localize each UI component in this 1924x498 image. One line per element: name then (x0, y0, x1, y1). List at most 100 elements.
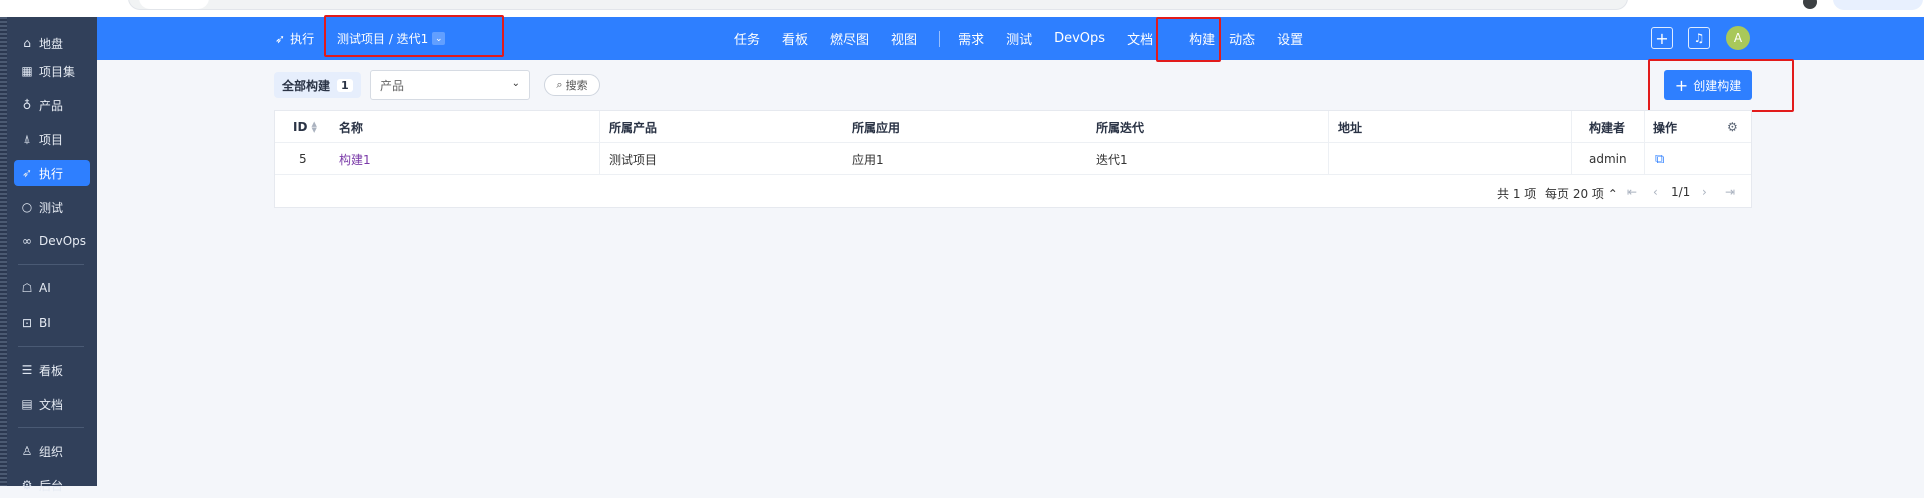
sort-icon[interactable]: ▲ ▼ (311, 121, 316, 134)
column-header-product: 所属产品 (609, 120, 658, 135)
cell-id: 5 (299, 152, 307, 166)
sidebar-item-product[interactable]: ♁ 产品 (14, 92, 90, 118)
browser-action-button[interactable] (1833, 0, 1923, 10)
nav-view[interactable]: 视图 (891, 29, 917, 48)
column-header-builder: 构建者 (1589, 120, 1626, 135)
nav-test[interactable]: 测试 (1006, 29, 1032, 48)
grid-icon: ▦ (21, 64, 33, 78)
sidebar-item-execution[interactable]: ➶ 执行 (14, 160, 90, 186)
nav-devops[interactable]: DevOps (1054, 31, 1105, 46)
column-header-actions: 操作 (1653, 120, 1678, 135)
column-divider (1644, 111, 1645, 175)
breadcrumb-section[interactable]: ➶ 执行 (275, 17, 314, 60)
sidebar-item-label: 看板 (39, 363, 64, 378)
chevron-down-icon: ⌄ (511, 78, 520, 89)
nav-task[interactable]: 任务 (734, 29, 760, 48)
column-header-id[interactable]: ID ▲ ▼ (293, 111, 317, 143)
sidebar-item-label: AI (39, 281, 51, 295)
kanban-icon: ☰ (21, 363, 33, 377)
sidebar-item-dashboard[interactable]: ⌂ 地盘 (14, 30, 90, 56)
gear-icon[interactable]: ⚙ (1727, 111, 1738, 143)
pagination: 共 1 项 每页 20 项 ⌃ ⇤ ‹ 1/1 › ⇥ (275, 175, 1751, 208)
nav-build[interactable]: 构建 (1189, 29, 1215, 48)
cell-name-link[interactable]: 构建1 (339, 143, 371, 175)
address-bar[interactable] (128, 0, 1628, 10)
pager-current: 1/1 (1671, 185, 1691, 199)
sidebar-divider (18, 346, 84, 347)
sidebar-item-label: 组织 (39, 444, 64, 459)
nav-dynamic[interactable]: 动态 (1229, 29, 1255, 48)
column-header-name: 名称 (339, 120, 364, 135)
product-filter-placeholder: 产品 (380, 78, 405, 93)
next-page-icon[interactable]: › (1702, 185, 1707, 199)
sidebar-item-project[interactable]: ⍋ 项目 (14, 126, 90, 152)
presentation-icon: ⊡ (21, 316, 33, 330)
search-button[interactable]: ⌕ 搜索 (544, 74, 600, 96)
first-page-icon[interactable]: ⇤ (1627, 185, 1637, 199)
sidebar-item-label: 执行 (39, 166, 64, 181)
sidebar-item-label: DevOps (39, 234, 87, 248)
sidebar-edge (0, 17, 7, 486)
people-icon: ♙ (21, 444, 33, 458)
gear-icon: ⚙ (21, 478, 33, 492)
nav-burndown[interactable]: 燃尽图 (830, 29, 869, 48)
sidebar-item-test[interactable]: ○ 测试 (14, 194, 90, 220)
cell-product: 测试项目 (609, 152, 658, 167)
column-divider (599, 111, 600, 175)
infinity-icon: ∞ (22, 234, 32, 248)
column-divider (1571, 111, 1572, 175)
sidebar-item-ai[interactable]: ☖ AI (14, 275, 90, 301)
page-size-select[interactable]: 每页 20 项 ⌃ (1545, 185, 1618, 202)
top-nav-bar: ➶ 执行 测试项目 / 迭代1 ⌄ 任务 看板 燃尽图 视图 需求 测试 DevO… (97, 17, 1924, 60)
avatar[interactable]: A (1726, 26, 1750, 50)
cell-app: 应用1 (852, 152, 884, 167)
sidebar-item-kanban[interactable]: ☰ 看板 (14, 357, 90, 383)
sidebar: ⌂ 地盘 ▦ 项目集 ♁ 产品 ⍋ 项目 ➶ 执行 ○ 测试 ∞ DevOps ☖ AI ⊡ BI… (0, 17, 97, 493)
sidebar-item-programs[interactable]: ▦ 项目集 (14, 58, 90, 84)
bell-icon[interactable]: ♫ (1688, 27, 1710, 49)
column-divider (1328, 111, 1329, 175)
sidebar-item-label: 地盘 (39, 36, 64, 51)
create-build-label: 创建构建 (1693, 78, 1742, 93)
nav-kanban[interactable]: 看板 (782, 29, 808, 48)
sidebar-item-bi[interactable]: ⊡ BI (14, 310, 90, 336)
last-page-icon[interactable]: ⇥ (1725, 185, 1735, 199)
nav-doc[interactable]: 文档 (1127, 29, 1153, 48)
plus-icon[interactable]: + (1651, 27, 1673, 49)
search-button-label: 搜索 (565, 79, 588, 92)
cell-builder: admin (1589, 152, 1627, 166)
list-toolbar: 全部构建 1 产品 ⌄ ⌕ 搜索 (274, 70, 600, 100)
tab-all-builds[interactable]: 全部构建 1 (274, 72, 361, 98)
robot-icon: ☖ (21, 281, 33, 295)
rocket-icon: ⍋ (23, 131, 31, 146)
prev-page-icon[interactable]: ‹ (1653, 185, 1658, 199)
sidebar-item-admin[interactable]: ⚙ 后台 (14, 472, 90, 498)
sidebar-divider (18, 264, 84, 265)
sidebar-item-label: 项目集 (39, 64, 76, 79)
sidebar-item-label: 测试 (39, 200, 64, 215)
product-filter-select[interactable]: 产品 ⌄ (370, 70, 530, 100)
browser-profile-icon[interactable] (1803, 0, 1817, 9)
create-build-button[interactable]: + 创建构建 (1664, 70, 1752, 100)
page-size-label: 每页 20 项 (1545, 187, 1604, 201)
tab-count-badge: 1 (337, 78, 353, 92)
nav-story[interactable]: 需求 (958, 29, 984, 48)
sidebar-item-org[interactable]: ♙ 组织 (14, 438, 90, 464)
sidebar-item-label: BI (39, 316, 51, 330)
nav-settings[interactable]: 设置 (1277, 29, 1303, 48)
chevron-down-icon[interactable]: ⌄ (432, 32, 446, 45)
address-bar-segment (139, 0, 209, 9)
deploy-icon[interactable]: ⧉ (1655, 143, 1664, 175)
breadcrumb-project-label: 测试项目 / 迭代1 (337, 32, 429, 46)
magnifier-icon: ○ (21, 200, 33, 214)
sidebar-item-docs[interactable]: ▤ 文档 (14, 391, 90, 417)
nav-divider (939, 30, 941, 47)
breadcrumb-project-switcher[interactable]: 测试项目 / 迭代1 ⌄ (337, 17, 446, 60)
bulb-icon: ♁ (22, 98, 32, 112)
sidebar-item-devops[interactable]: ∞ DevOps (14, 228, 90, 254)
column-header-app: 所属应用 (852, 120, 901, 135)
send-icon: ➶ (275, 31, 286, 46)
module-nav: 任务 看板 燃尽图 视图 需求 测试 DevOps 文档 构建 动态 设置 (734, 17, 1325, 60)
pager-total: 共 1 项 (1497, 187, 1537, 201)
tab-all-builds-label: 全部构建 (282, 78, 331, 93)
